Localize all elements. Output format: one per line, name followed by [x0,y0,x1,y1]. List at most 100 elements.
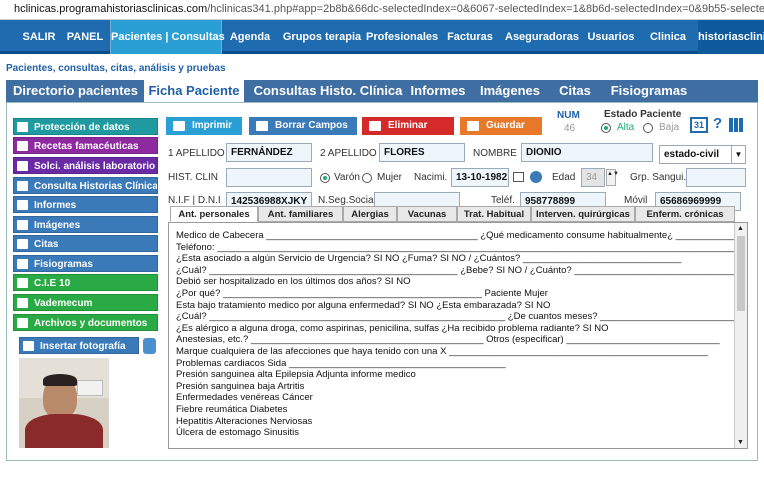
tab-fisiogramas[interactable]: Fisiogramas [606,80,692,102]
apellido1-label: 1 APELLIDO [168,148,225,159]
subtab-alergias[interactable]: Alergias [343,206,397,222]
print-label: Imprimir [192,120,233,131]
nav-historias[interactable]: historiasclinica [698,20,764,54]
sidebar-item-citas[interactable]: Citas [13,235,158,252]
hist-field[interactable] [226,168,312,187]
sidebar-item-consulta-historias[interactable]: Consulta Historias Clínica [13,177,158,194]
sidebar-item-analisis-laboratorio[interactable]: Solci. análisis laboratorio [13,157,158,174]
delete-label: Eliminar [388,120,428,131]
estado-label: Estado Paciente [604,109,682,120]
clear-fields-button[interactable]: Borrar Campos [249,117,357,135]
tab-directorio[interactable]: Directorio pacientes [8,80,143,102]
telef-label: Teléf. [491,195,515,206]
sidebar-item-recetas[interactable]: Recetas famacéuticas [13,137,158,154]
chevron-down-icon: ▼ [731,146,745,163]
refresh-icon[interactable] [530,171,542,183]
nacimi-field[interactable]: 13-10-1982 [451,168,509,187]
sidebar-item-archivos[interactable]: Archivos y documentos [13,314,158,331]
calendar-icon[interactable]: 31 [690,117,708,133]
sidebar-item-label: Solci. análisis laboratorio [34,161,156,172]
antecedentes-textarea[interactable]: Medico de Cabecera _____________________… [168,222,748,449]
sidebar-item-label: Informes [34,200,77,211]
nav-profesionales[interactable]: Profesionales [366,20,438,54]
sidebar-item-proteccion-datos[interactable]: Protección de datos [13,118,158,135]
address-bar[interactable]: hclinicas.programahistoriasclinicas.com/… [0,0,764,20]
apellido2-field[interactable]: FLORES [379,143,465,162]
nav-panel[interactable]: PANEL [66,20,104,54]
mujer-label: Mujer [377,172,403,183]
tab-citas[interactable]: Citas [552,80,598,102]
scroll-up-icon[interactable]: ▲ [737,225,744,232]
nombre-field[interactable]: DIONIO [521,143,653,162]
tab-consultas[interactable]: Consultas Histo. Clínica [248,80,408,102]
subtab-vacunas[interactable]: Vacunas [397,206,457,222]
grid-icon[interactable] [729,118,743,132]
sidebar-item-informes[interactable]: Informes [13,196,158,213]
scrollbar-thumb[interactable] [737,236,745,311]
sidebar-item-fisiogramas[interactable]: Fisiogramas [13,255,158,272]
patient-photo [19,358,109,448]
tab-ficha-paciente[interactable]: Ficha Paciente [144,80,244,104]
help-icon[interactable]: ? [713,115,722,132]
insert-photo-label: Insertar fotografía [40,341,126,352]
nombre-label: NOMBRE [473,148,517,159]
subtab-interven[interactable]: Interven. quirúrgicas [531,206,635,222]
note-line: Problemas cardiacos Sida _______________… [176,357,506,369]
varon-radio[interactable] [320,173,330,183]
note-line: Teléfono: ______________________________… [176,241,748,253]
subtab-ant-familiares[interactable]: Ant. familiares [258,206,343,222]
image-icon [17,220,28,230]
prescription-icon [17,141,28,151]
medicine-icon [17,298,28,308]
subtab-trat-habitual[interactable]: Trat. Habitual [457,206,531,222]
sidebar-item-vademecum[interactable]: Vademecum [13,294,158,311]
sidebar-item-imagenes[interactable]: Imágenes [13,216,158,233]
scroll-down-icon[interactable]: ▼ [737,439,744,446]
stepper-icon[interactable]: ▲▼ [606,169,619,186]
note-line: ¿Esta asociado a algún Servicio de Urgen… [176,253,682,265]
nav-aseguradoras[interactable]: Aseguradoras [502,20,582,54]
report-icon [17,200,28,210]
subtab-ant-personales[interactable]: Ant. personales [170,206,258,222]
main-tabs: Directorio pacientes Ficha Paciente Cons… [6,80,758,104]
history-subtabs: Ant. personales Ant. familiares Alergias… [170,206,736,222]
nav-usuarios[interactable]: Usuarios [584,20,638,54]
grupo-label: Grp. Sangui. [630,172,687,183]
nav-agenda[interactable]: Agenda [226,20,274,54]
nav-salir[interactable]: SALIR [18,20,60,54]
insert-photo-button[interactable]: Insertar fotografía [19,337,139,354]
tab-imagenes[interactable]: Imágenes [474,80,546,102]
nav-facturas[interactable]: Facturas [446,20,494,54]
sidebar-item-cie10[interactable]: C.I.E 10 [13,274,158,291]
mujer-radio[interactable] [362,173,372,183]
sidebar-item-label: C.I.E 10 [34,278,71,289]
main-nav: SALIR PANEL Pacientes | Consultas Agenda… [0,20,764,54]
tab-informes[interactable]: Informes [406,80,470,102]
print-button[interactable]: Imprimir [166,117,242,135]
delete-button[interactable]: Eliminar [362,117,454,135]
nav-clinica[interactable]: Clinica [646,20,690,54]
note-line: ¿Es alérgico a alguna droga, como aspiri… [176,322,609,334]
users-icon[interactable] [143,338,156,354]
sidebar-item-label: Fisiogramas [34,259,93,270]
estado-civil-select[interactable]: estado-civil ▼ [659,145,746,164]
subtab-enferm-cronicas[interactable]: Enferm. crónicas [635,206,735,222]
alta-radio[interactable] [601,123,611,133]
date-picker-icon[interactable] [513,172,524,182]
nav-grupos[interactable]: Grupos terapia [282,20,362,54]
apellido1-field[interactable]: FERNÁNDEZ [226,143,312,162]
scrollbar[interactable]: ▲ ▼ [734,223,747,448]
save-icon [467,121,479,131]
note-line: Enfermedades venéreas Cáncer [176,392,313,404]
grupo-field[interactable] [686,168,746,187]
note-line: Anestesias, etc.? ______________________… [176,334,720,346]
save-button[interactable]: Guardar [460,117,542,135]
edad-field[interactable]: 34 [581,168,605,187]
page-subtitle: Pacientes, consultas, citas, análisis y … [6,63,226,74]
calendar-icon [17,239,28,249]
baja-radio[interactable] [643,123,653,133]
note-line: Medico de Cabecera _____________________… [176,230,748,241]
history-icon [17,181,28,191]
url-path: /hclinicas341.php#app=2b8b&66dc-selected… [207,3,764,15]
nav-pacientes[interactable]: Pacientes | Consultas [110,20,225,54]
